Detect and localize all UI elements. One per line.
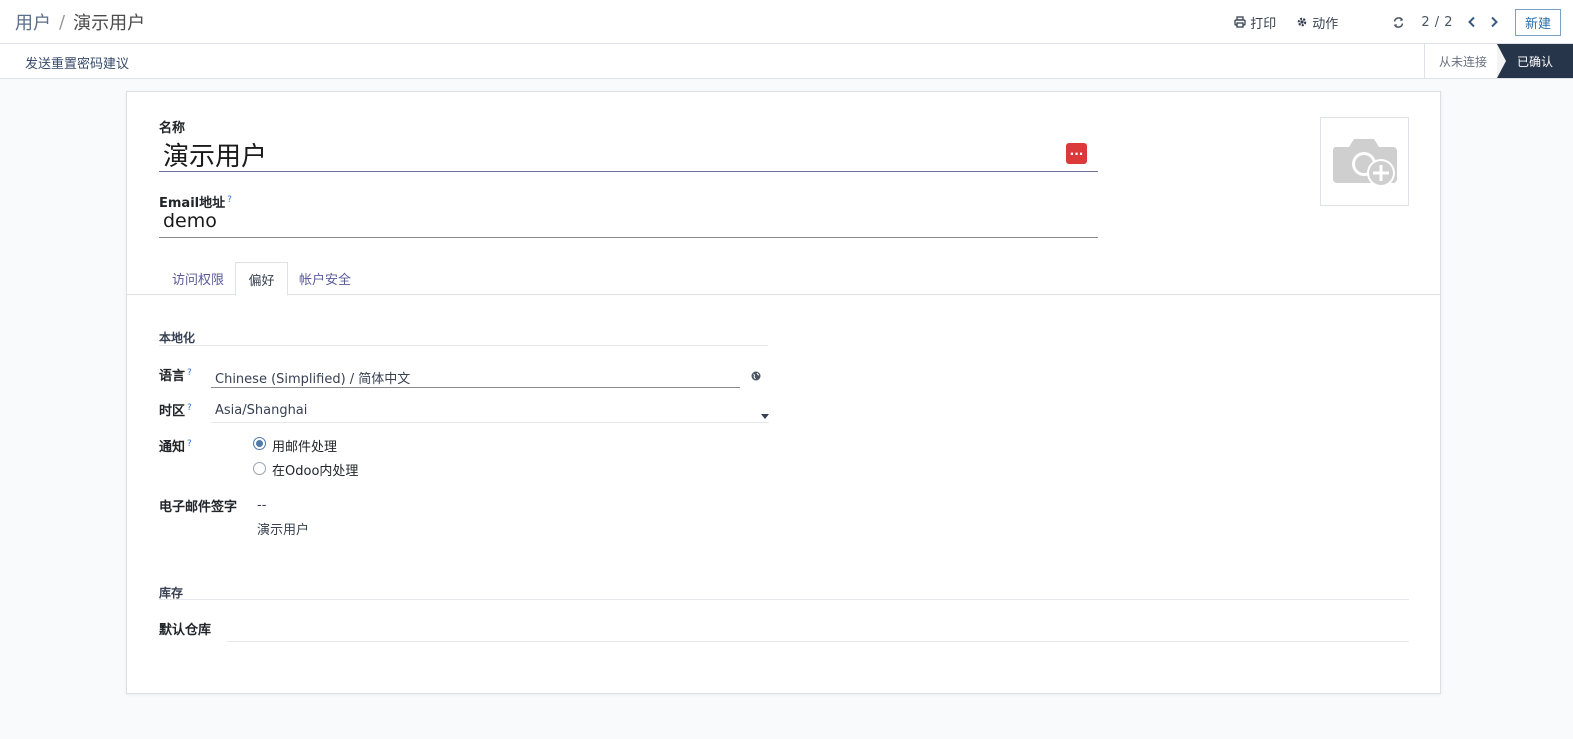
tab-preferences[interactable]: 偏好 bbox=[235, 262, 288, 296]
help-icon[interactable]: ? bbox=[227, 195, 232, 205]
globe-icon[interactable] bbox=[751, 370, 761, 385]
default-warehouse-field-underline bbox=[227, 641, 1409, 642]
signature-line-2[interactable]: 演示用户 bbox=[257, 519, 309, 538]
new-button[interactable]: 新建 bbox=[1515, 8, 1561, 36]
gear-icon bbox=[1296, 16, 1308, 28]
camera-plus-icon bbox=[1329, 129, 1401, 195]
ellipsis-icon[interactable]: ··· bbox=[1066, 143, 1087, 164]
send-reset-password-button[interactable]: 发送重置密码建议 bbox=[25, 53, 129, 72]
signature-label: 电子邮件签字 bbox=[159, 500, 238, 515]
default-warehouse-label: 默认仓库 bbox=[159, 623, 212, 638]
notification-email-radio[interactable] bbox=[253, 437, 266, 450]
status-step-never-connected[interactable]: 从未连接 bbox=[1423, 44, 1497, 78]
action-label: 动作 bbox=[1312, 16, 1339, 32]
control-panel-right: 打印 动作 2 / 2 新建 bbox=[1234, 0, 1573, 44]
breadcrumb-users-link[interactable]: 用户 bbox=[15, 9, 51, 35]
email-value: demo bbox=[163, 210, 217, 232]
help-icon[interactable]: ? bbox=[187, 403, 192, 413]
notification-odoo-radio[interactable] bbox=[253, 462, 266, 475]
timezone-field-underline bbox=[211, 422, 769, 423]
help-icon[interactable]: ? bbox=[187, 439, 192, 449]
localization-divider bbox=[159, 345, 768, 346]
email-field[interactable]: demo bbox=[159, 209, 1098, 238]
help-icon[interactable]: ? bbox=[187, 368, 192, 378]
language-label: 语言? bbox=[159, 367, 192, 384]
tab-access-rights[interactable]: 访问权限 bbox=[161, 262, 235, 295]
breadcrumb-separator: / bbox=[59, 11, 66, 33]
print-icon bbox=[1234, 16, 1246, 28]
refresh-icon[interactable] bbox=[1392, 16, 1405, 29]
status-step-confirmed[interactable]: 已确认 bbox=[1496, 44, 1573, 78]
name-field[interactable]: 演示用户 ··· bbox=[159, 134, 1098, 172]
status-steps: 从未连接 已确认 bbox=[1423, 44, 1573, 78]
language-value[interactable]: Chinese (Simplified) / 简体中文 bbox=[215, 368, 410, 387]
signature-line-1[interactable]: -- bbox=[257, 498, 266, 513]
caret-down-icon[interactable] bbox=[761, 408, 769, 423]
localization-title: 本地化 bbox=[159, 331, 196, 345]
pager: 2 / 2 bbox=[1392, 15, 1511, 30]
notification-email-label[interactable]: 用邮件处理 bbox=[272, 436, 337, 455]
chevron-right-icon[interactable] bbox=[1489, 16, 1499, 28]
notification-label: 通知? bbox=[159, 438, 192, 455]
print-label: 打印 bbox=[1250, 16, 1277, 32]
breadcrumb-current: 演示用户 bbox=[73, 13, 146, 34]
pager-value[interactable]: 2 / 2 bbox=[1421, 15, 1453, 30]
control-panel: 用户 / 演示用户 打印 动作 2 / 2 新建 bbox=[0, 0, 1573, 44]
status-bar: 发送重置密码建议 从未连接 已确认 bbox=[0, 44, 1573, 79]
timezone-value[interactable]: Asia/Shanghai bbox=[215, 403, 307, 418]
notification-odoo-label[interactable]: 在Odoo内处理 bbox=[272, 460, 358, 479]
language-field-underline bbox=[211, 387, 740, 388]
print-button[interactable]: 打印 bbox=[1234, 13, 1276, 32]
timezone-label: 时区? bbox=[159, 402, 192, 419]
inventory-divider bbox=[159, 599, 1409, 600]
notebook-tabs: 访问权限 偏好 帐户安全 bbox=[127, 262, 1440, 296]
avatar-upload[interactable] bbox=[1320, 117, 1409, 206]
tab-account-security[interactable]: 帐户安全 bbox=[288, 262, 362, 295]
breadcrumb: 用户 / 演示用户 bbox=[15, 9, 145, 35]
name-value: 演示用户 bbox=[163, 142, 268, 172]
form-sheet: 名称 演示用户 ··· Email地址? demo 访问权限 偏好 帐户安全 本… bbox=[126, 91, 1441, 694]
action-menu-button[interactable]: 动作 bbox=[1296, 13, 1338, 32]
chevron-left-icon[interactable] bbox=[1467, 16, 1477, 28]
